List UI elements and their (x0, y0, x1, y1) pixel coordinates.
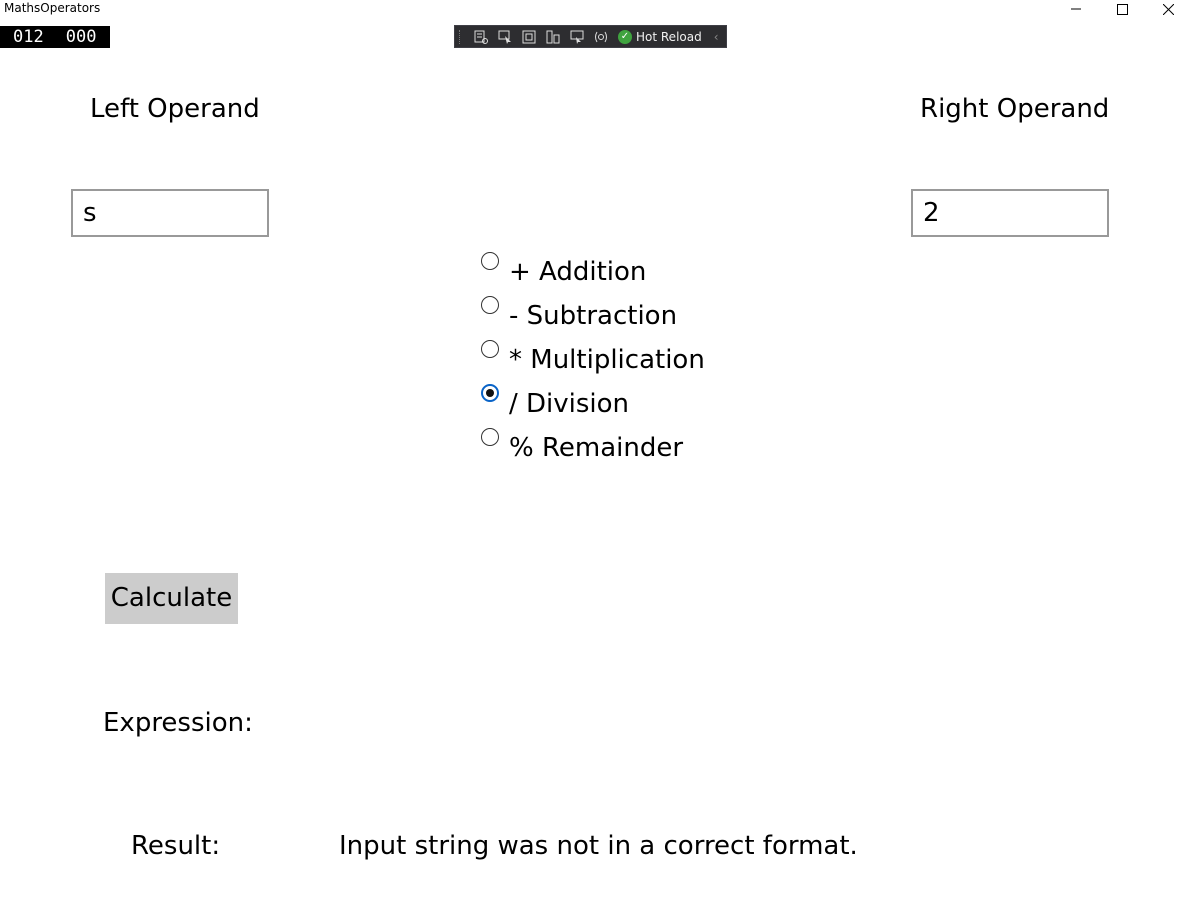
display-layout-adorners-icon[interactable] (520, 29, 538, 45)
close-button[interactable] (1145, 0, 1188, 18)
preview-selection-icon[interactable] (568, 29, 586, 45)
radio-button[interactable] (481, 296, 499, 314)
minimize-button[interactable] (1053, 0, 1099, 18)
radio-button[interactable] (481, 252, 499, 270)
radio-remainder[interactable]: % Remainder (481, 428, 684, 463)
close-icon (1162, 3, 1174, 15)
binding-failures-icon[interactable] (592, 29, 610, 45)
frame-rate-counter: 012 000 (0, 26, 110, 48)
hot-reload-check-icon: ✓ (618, 29, 632, 44)
window-title: MathsOperators (4, 1, 101, 15)
toolbar-grip[interactable] (459, 29, 466, 44)
live-visual-tree-icon[interactable] (472, 29, 490, 45)
select-element-icon[interactable] (496, 29, 514, 45)
radio-label: * Multiplication (509, 345, 705, 375)
radio-button[interactable] (481, 340, 499, 358)
maximize-icon (1116, 3, 1128, 15)
radio-label: / Division (509, 389, 630, 419)
maximize-button[interactable] (1099, 0, 1145, 18)
left-operand-label: Left Operand (90, 94, 260, 124)
radio-button-checked[interactable] (481, 384, 499, 402)
right-operand-input[interactable] (911, 189, 1109, 237)
radio-subtraction[interactable]: - Subtraction (481, 296, 678, 331)
collapse-toolbar-icon[interactable]: ‹ (714, 30, 719, 44)
radio-button[interactable] (481, 428, 499, 446)
left-operand-input[interactable] (71, 189, 269, 237)
expression-label: Expression: (103, 708, 253, 738)
frame-counter-left: 012 (13, 27, 44, 47)
track-focus-icon[interactable] (544, 29, 562, 45)
radio-addition[interactable]: + Addition (481, 252, 647, 287)
hot-reload-status[interactable]: ✓ Hot Reload (618, 29, 702, 44)
radio-label: - Subtraction (509, 301, 678, 331)
debug-toolbar: ✓ Hot Reload ‹ (454, 25, 727, 48)
radio-division[interactable]: / Division (481, 384, 630, 419)
title-bar: MathsOperators (0, 0, 1188, 18)
calculate-button[interactable]: Calculate (105, 573, 238, 624)
radio-label: + Addition (509, 257, 647, 287)
radio-multiplication[interactable]: * Multiplication (481, 340, 705, 375)
radio-label: % Remainder (509, 433, 684, 463)
right-operand-label: Right Operand (920, 94, 1110, 124)
frame-counter-right: 000 (65, 27, 97, 47)
hot-reload-label: Hot Reload (636, 29, 702, 44)
result-value: Input string was not in a correct format… (339, 831, 858, 861)
minimize-icon (1071, 8, 1081, 10)
result-label: Result: (131, 831, 221, 861)
